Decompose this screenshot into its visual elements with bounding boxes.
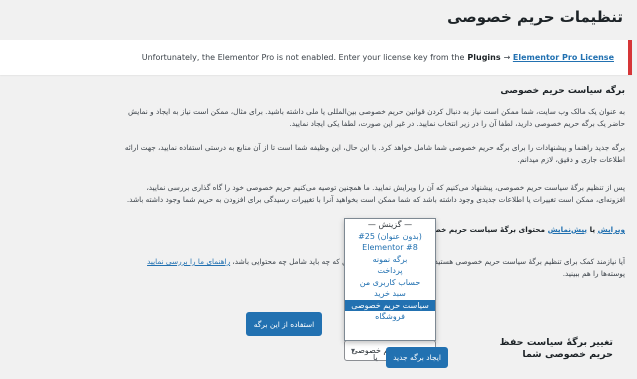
- create-new-page-button[interactable]: ایجاد برگه جدید: [386, 347, 448, 368]
- paragraph-3-line-2: افزونه‌ای، ممکن است تغییرات یا اطلاعات ج…: [126, 195, 625, 204]
- license-notice: Unfortunately, the Elementor Pro is not …: [0, 40, 632, 75]
- help-line-2: پوسته‌ها را هم ببینید.: [562, 269, 625, 278]
- paragraph-1-line-1: به عنوان یک مالک وب سایت، شما ممکن است ن…: [128, 107, 625, 116]
- dropdown-option[interactable]: Elementor #8: [345, 242, 435, 254]
- guide-link[interactable]: راهنمای ما را بررسی نمایید: [147, 257, 230, 266]
- dropdown-option-selected[interactable]: سیاست حریم خصوصی: [345, 299, 435, 311]
- preview-link[interactable]: پیش‌نمایش: [548, 225, 587, 234]
- edit-or: یا: [589, 225, 596, 234]
- notice-plugins: Plugins: [467, 53, 501, 62]
- paragraph-3-line-1: پس از تنظیم برگهٔ سیاست حریم خصوصی، پیشن…: [146, 183, 625, 192]
- notice-text: Unfortunately, the Elementor Pro is not …: [141, 53, 465, 62]
- edit-link[interactable]: ویرایش: [598, 225, 625, 234]
- dropdown-option[interactable]: #25 (بدون عنوان): [345, 231, 435, 243]
- paragraph-2-line-2: اطلاعات جاری و دقیق، لازم میدانم.: [517, 155, 625, 164]
- use-this-page-button[interactable]: استفاده از این برگه: [246, 312, 322, 336]
- chevron-down-icon: ▾: [351, 346, 356, 355]
- notice-arrow: →: [503, 53, 511, 62]
- elementor-license-link[interactable]: Elementor Pro License: [513, 53, 614, 62]
- section-title: برگه سیاست حریم خصوصی: [500, 86, 625, 96]
- privacy-page-dropdown[interactable]: — گزینش — #25 (بدون عنوان) Elementor #8 …: [344, 218, 436, 341]
- dropdown-option[interactable]: حساب کاربری من: [345, 277, 435, 289]
- or-label: یا: [373, 353, 378, 362]
- paragraph-1-line-2: حاضر یک برگه حریم خصوصی دارید، لطفا آن ر…: [289, 119, 625, 128]
- edit-preview-line: ویرایش یا پیش‌نمایش محتوای برگهٔ سیاست ح…: [0, 224, 625, 236]
- dropdown-option[interactable]: سبد خرید: [345, 288, 435, 300]
- help-line-1: آیا نیازمند کمک برای تنظیم برگهٔ سیاست ح…: [0, 256, 625, 268]
- dropdown-option[interactable]: — گزینش —: [345, 219, 435, 231]
- dropdown-option[interactable]: فروشگاه: [345, 311, 435, 323]
- change-privacy-page-label: تغییر برگهٔ سیاست حفظ حریم خصوصی شما: [499, 337, 613, 360]
- paragraph-2-line-1: برگه جدید راهنما و پیشنهادات را برای برگ…: [124, 143, 625, 152]
- dropdown-option[interactable]: پرداخت: [345, 265, 435, 277]
- page-title: تنظیمات حریم خصوصی: [447, 8, 623, 26]
- dropdown-option[interactable]: برگه نمونه: [345, 254, 435, 266]
